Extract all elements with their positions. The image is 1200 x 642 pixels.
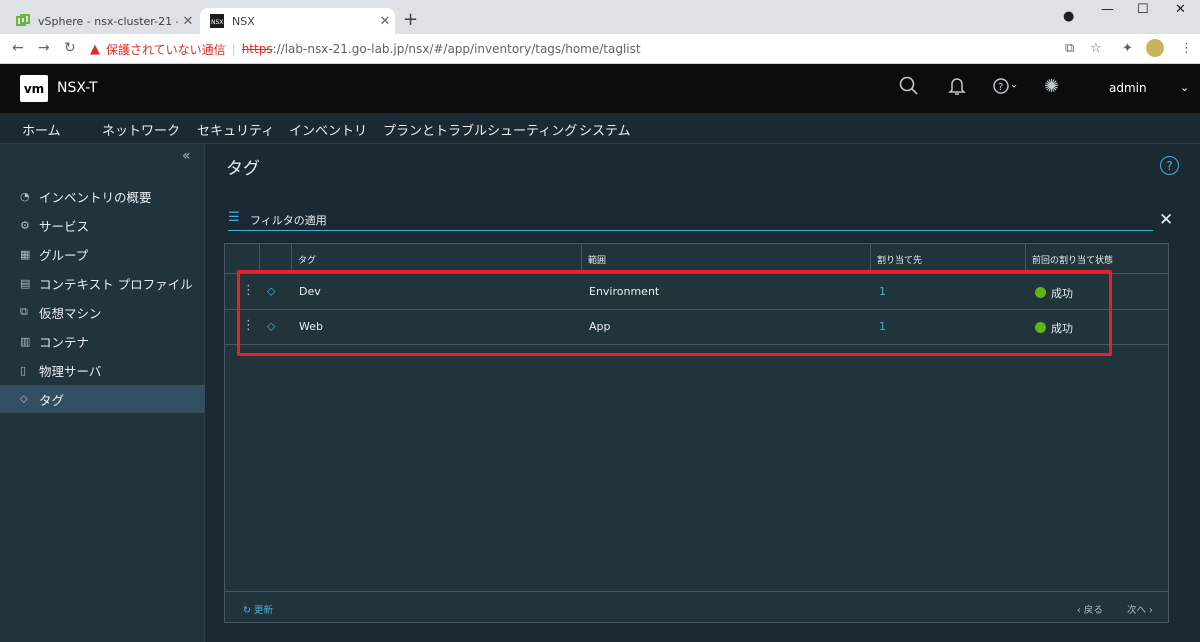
tab-networking[interactable]: ネットワーク <box>102 120 180 139</box>
filter-icon: ☰ <box>228 210 240 225</box>
sidebar-item-overview[interactable]: ◔ インベントリの概要 <box>0 182 205 210</box>
sidebar-item-services[interactable]: ⚙ サービス <box>0 211 205 239</box>
url-scheme: https <box>241 42 273 56</box>
url-divider: | <box>231 42 236 56</box>
vsphere-icon <box>16 14 30 26</box>
profile-icon: ▤ <box>20 276 31 290</box>
server-icon: ▯ <box>20 363 27 377</box>
sidebar: « ◔ インベントリの概要 ⚙ サービス ▦ グループ ▤ コンテキスト プロファイル … <box>0 144 205 642</box>
reload-icon[interactable]: ↻ <box>64 40 76 56</box>
refresh-button[interactable]: ↻ 更新 <box>243 602 273 616</box>
security-warning: 保護されていない通信 <box>106 42 226 57</box>
refresh-icon: ↻ <box>243 605 254 616</box>
container-icon: ▥ <box>20 334 31 348</box>
translate-icon[interactable]: ⧉ <box>1065 41 1074 56</box>
collapse-sidebar-icon[interactable]: « <box>182 148 191 164</box>
sidebar-item-label: コンテキスト プロファイル <box>39 276 193 292</box>
nsx-icon: NSX <box>210 14 224 28</box>
refresh-label: 更新 <box>253 605 273 616</box>
prev-page-button[interactable]: ‹ 戻る <box>1077 602 1103 616</box>
sidebar-item-label: 物理サーバ <box>39 363 102 379</box>
highlight-box <box>237 270 1112 356</box>
clear-filter-icon[interactable]: ✕ <box>1159 210 1173 230</box>
help-menu-icon[interactable]: ? <box>992 76 1020 100</box>
user-menu[interactable]: admin <box>1109 81 1147 95</box>
sidebar-item-label: インベントリの概要 <box>39 189 152 205</box>
close-icon[interactable]: ✕ <box>375 14 395 29</box>
sidebar-item-label: グループ <box>39 247 89 263</box>
search-icon[interactable] <box>899 76 919 101</box>
product-name: NSX-T <box>57 80 98 96</box>
bookmark-star-icon[interactable]: ☆ <box>1090 41 1102 56</box>
browser-menu-icon[interactable]: ⋮ <box>1180 41 1193 56</box>
window-close-button[interactable]: ✕ <box>1175 2 1186 17</box>
new-tab-button[interactable]: + <box>403 9 418 30</box>
close-icon[interactable]: ✕ <box>178 14 198 29</box>
sidebar-item-groups[interactable]: ▦ グループ <box>0 240 205 268</box>
avatar[interactable] <box>1146 39 1164 57</box>
tab-security[interactable]: セキュリティ <box>197 120 274 139</box>
tab-plan-troubleshoot[interactable]: プランとトラブルシューティング <box>383 120 577 139</box>
sidebar-item-physical-servers[interactable]: ▯ 物理サーバ <box>0 356 205 384</box>
sidebar-item-label: サービス <box>39 218 90 234</box>
bell-icon[interactable] <box>947 76 967 101</box>
svg-text:NSX: NSX <box>211 19 223 26</box>
svg-text:?: ? <box>998 82 1003 93</box>
vm-icon: ⧉ <box>20 305 28 318</box>
browser-tab-nsx[interactable]: NSX NSX ✕ <box>200 8 395 34</box>
maximize-button[interactable]: ☐ <box>1137 2 1149 17</box>
url-field[interactable]: ▲ 保護されていない通信 | https ://lab-nsx-21.go-la… <box>90 37 1090 61</box>
url-text: ://lab-nsx-21.go-lab.jp/nsx/#/app/invent… <box>272 42 641 56</box>
next-label: 次へ <box>1127 605 1147 616</box>
filter-input[interactable]: ☰ フィルタの適用 <box>228 210 1153 231</box>
tab-title: NSX <box>232 14 255 28</box>
help-icon[interactable]: ? <box>1160 156 1179 175</box>
page-title: タグ <box>226 159 260 179</box>
minimize-button[interactable]: — <box>1101 2 1114 17</box>
theme-sun-icon[interactable]: ✺ <box>1044 76 1059 97</box>
address-bar-row: ← → ↻ ▲ 保護されていない通信 | https ://lab-nsx-21… <box>0 34 1200 64</box>
main-content: タグ ? ☰ フィルタの適用 ✕ タグ 範囲 割り当て先 前回の割り当て状態 ⋮… <box>206 144 1200 642</box>
back-icon[interactable]: ← <box>12 40 24 56</box>
sidebar-item-context-profiles[interactable]: ▤ コンテキスト プロファイル <box>0 269 205 297</box>
group-icon: ▦ <box>20 247 31 261</box>
gear-icon: ⚙ <box>20 218 30 232</box>
profile-menu-icon[interactable]: ● <box>1063 9 1074 24</box>
browser-tabbar: vSphere - nsx-cluster-21 - 仮想マ ✕ NSX NSX… <box>0 0 1200 34</box>
sidebar-item-label: コンテナ <box>39 334 90 350</box>
next-page-button[interactable]: 次へ › <box>1127 602 1153 616</box>
tag-icon: ⬦ <box>20 392 28 405</box>
sidebar-item-tags[interactable]: ⬦ タグ <box>0 385 205 413</box>
tab-home[interactable]: ホーム <box>22 120 61 139</box>
browser-tab-vsphere[interactable]: vSphere - nsx-cluster-21 - 仮想マ ✕ <box>6 8 198 34</box>
warning-icon: ▲ <box>90 41 100 57</box>
sidebar-item-label: タグ <box>39 392 65 408</box>
tab-inventory[interactable]: インベントリ <box>289 120 368 146</box>
extensions-icon[interactable]: ✦ <box>1122 41 1133 56</box>
table-footer: ↻ 更新 ‹ 戻る 次へ › <box>225 591 1168 622</box>
sidebar-item-virtual-machines[interactable]: ⧉ 仮想マシン <box>0 298 205 326</box>
app-header: vm NSX-T ? ✺ admin ⌄ <box>0 64 1200 113</box>
sidebar-item-containers[interactable]: ▥ コンテナ <box>0 327 205 355</box>
tab-system[interactable]: システム <box>579 120 631 139</box>
forward-icon[interactable]: → <box>38 40 50 56</box>
vmware-logo: vm <box>20 75 48 102</box>
dashboard-icon: ◔ <box>20 189 30 203</box>
chevron-down-icon[interactable]: ⌄ <box>1180 81 1189 94</box>
prev-label: 戻る <box>1083 605 1103 616</box>
tab-title: vSphere - nsx-cluster-21 - 仮想マ <box>38 15 178 28</box>
sidebar-item-label: 仮想マシン <box>39 305 102 321</box>
top-navigation: ホーム ネットワーク セキュリティ インベントリ プランとトラブルシューティング… <box>0 113 1200 146</box>
filter-placeholder: フィルタの適用 <box>250 214 327 227</box>
